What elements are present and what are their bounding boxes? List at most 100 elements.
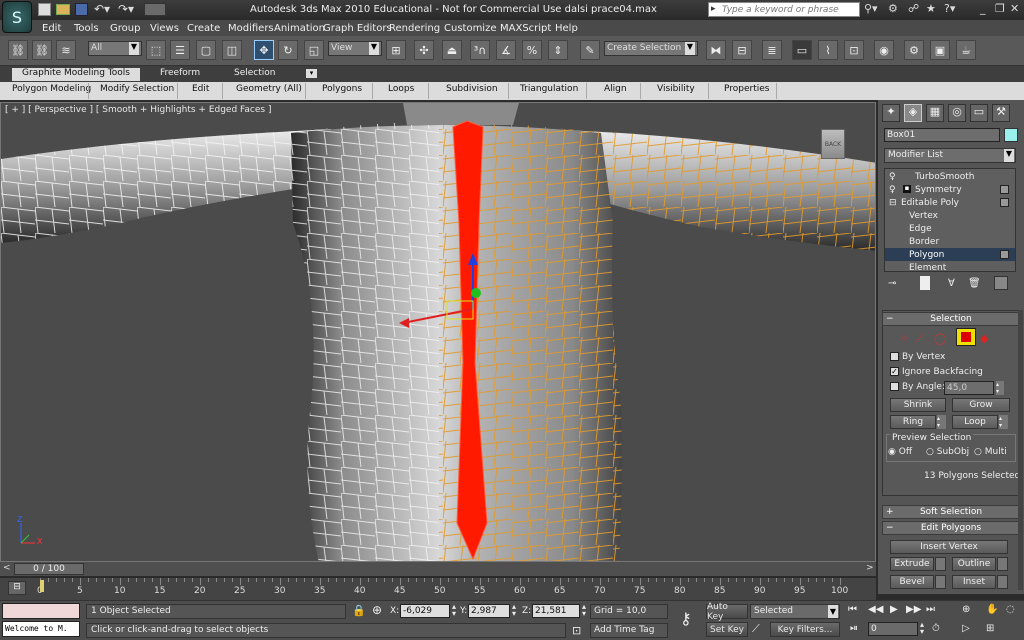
save-file-icon[interactable] [75,3,88,16]
move-icon[interactable]: ✥ [254,40,274,60]
material-editor-icon[interactable]: ◉ [874,40,894,60]
maxscript-input[interactable]: Welcome to M. [2,621,80,637]
modifier-list-dropdown[interactable]: Modifier List ▼ [884,148,1016,163]
tab-graphite-modeling-tools[interactable]: Graphite Modeling Tools [12,68,140,81]
edit-named-selection-icon[interactable]: ✎ [580,40,600,60]
stack-config-icon[interactable] [1000,250,1009,259]
add-time-tag-button[interactable]: Add Time Tag [590,623,668,638]
loop-spinner-icon[interactable]: ▴ ▾ [999,415,1008,429]
stack-config-icon[interactable] [1000,198,1009,207]
remove-modifier-icon[interactable]: 🗑 [968,278,981,289]
ribbon-subdivision[interactable]: Subdivision [446,84,498,94]
object-name-field[interactable]: Box01 [884,128,1000,142]
render-setup-icon[interactable]: ⚙ [904,40,924,60]
y-coordinate-field[interactable]: 2,987 [468,604,510,618]
absolute-mode-icon[interactable]: ⊕ [372,603,382,617]
spinner-arrows-icon[interactable]: ▴ ▾ [996,381,1004,395]
menu-tools[interactable]: Tools [74,23,99,34]
app-logo-icon[interactable]: S [2,1,32,33]
maxscript-listener[interactable] [2,603,80,619]
go-to-end-icon[interactable]: ⏭ [926,604,935,615]
key-tangent-icon[interactable]: ⟋ [752,622,760,636]
configure-sets-icon[interactable] [994,276,1008,290]
element-mode-icon[interactable]: ◆ [980,332,988,345]
close-icon[interactable]: ✕ [1010,2,1019,15]
menu-modifiers[interactable]: Modifiers [228,23,274,34]
extrude-button[interactable]: Extrude [890,557,934,571]
expand-plus-icon[interactable]: ▪ [903,185,911,193]
tab-selection[interactable]: Selection [228,68,281,81]
schematic-view-icon[interactable]: ⊡ [844,40,864,60]
display-tab-icon[interactable]: ▭ [970,104,988,122]
pin-stack-icon[interactable]: ⊸ [888,278,896,289]
bevel-button[interactable]: Bevel [890,575,934,589]
time-slider-thumb[interactable]: 0 / 100 [14,563,84,575]
stack-item-vertex[interactable]: Vertex [909,211,938,221]
select-by-name-icon[interactable]: ☰ [170,40,190,60]
character-mesh[interactable] [1,103,876,562]
menu-maxscript[interactable]: MAXScript [500,23,551,34]
polygon-mode-icon[interactable] [956,328,976,346]
menu-views[interactable]: Views [150,23,179,34]
time-slider-prev-icon[interactable]: < [3,563,11,573]
hierarchy-tab-icon[interactable]: ▦ [926,104,944,122]
stack-item-edge[interactable]: Edge [909,224,932,234]
key-mode-dropdown[interactable]: Selected ▼ [750,604,840,619]
snap-toggle-icon[interactable]: ³∩ [470,40,490,60]
select-object-icon[interactable]: ⬚ [146,40,166,60]
soft-selection-rollout-header[interactable]: + Soft Selection [882,505,1020,519]
communication-icon[interactable]: ☍ [908,2,919,15]
selection-lock-icon[interactable]: 🔒 [352,604,366,617]
border-mode-icon[interactable]: ◯ [934,332,946,345]
viewcube[interactable]: BACK [821,129,845,159]
next-frame-icon[interactable]: ▶▶ [906,604,921,615]
named-selection-set-dropdown[interactable]: Create Selection Se ▼ [604,41,698,56]
outline-button[interactable]: Outline [952,557,996,571]
ribbon-loops[interactable]: Loops [388,84,414,94]
y-spinner-icon[interactable]: ▴ ▾ [512,603,516,618]
ribbon-options-icon[interactable]: ▾ [306,69,317,78]
search-input[interactable]: ▸ Type a keyword or phrase [708,2,860,17]
selection-rollout-header[interactable]: − Selection [882,312,1020,326]
unlink-icon[interactable]: ⛓ [32,40,52,60]
make-unique-icon[interactable]: ∀ [948,278,955,289]
menu-create[interactable]: Create [187,23,220,34]
ribbon-edit[interactable]: Edit [192,84,209,94]
key-mode-toggle-icon[interactable]: ⏯ [850,623,858,634]
zoom-extents-icon[interactable]: ⊕ [962,604,970,615]
time-slider-next-icon[interactable]: > [866,563,874,573]
scale-icon[interactable]: ◱ [304,40,324,60]
panel-scrollbar[interactable] [1018,310,1023,590]
bevel-settings-icon[interactable] [935,575,946,589]
key-icon[interactable]: ⚷ [680,609,692,628]
graphite-toggle-icon[interactable]: ▭ [792,40,812,60]
viewport-label[interactable]: [ + ] [ Perspective ] [ Smooth + Highlig… [5,105,271,115]
project-folder-icon[interactable] [144,3,166,16]
current-frame-marker[interactable] [40,580,44,592]
perspective-viewport[interactable]: [ + ] [ Perspective ] [ Smooth + Highlig… [0,102,876,562]
by-angle-spinner[interactable]: 45,0 [944,381,994,395]
current-frame-field[interactable]: 0 [868,622,918,636]
pivot-center-icon[interactable]: ⊞ [386,40,406,60]
preview-subobj-radio[interactable]: ○ SubObj [926,447,969,457]
rectangular-selection-icon[interactable]: ▢ [196,40,216,60]
show-end-result-icon[interactable] [920,276,930,290]
by-angle-checkbox[interactable]: By Angle: [890,382,945,392]
rendered-frame-window-icon[interactable]: ▣ [930,40,950,60]
ignore-backfacing-checkbox[interactable]: ✓ Ignore Backfacing [890,367,983,377]
outline-settings-icon[interactable] [997,557,1008,571]
curve-editor-icon[interactable]: ⌇ [818,40,838,60]
field-of-view-icon[interactable]: ▷ [962,623,970,634]
collapse-minus-icon[interactable]: ⊟ [889,198,897,208]
menu-customize[interactable]: Customize [444,23,497,34]
stack-item-polygon[interactable]: Polygon [909,250,944,260]
lightbulb-icon[interactable]: ♀ [889,185,896,195]
mini-curve-editor-icon[interactable]: ⊟ [8,581,26,595]
create-tab-icon[interactable]: ✦ [882,104,900,122]
maximize-viewport-icon[interactable]: ⊞ [986,623,994,634]
track-bar[interactable]: ⊟ 05101520253035404550556065707580859095… [0,578,876,600]
modify-tab-icon[interactable]: ◈ [904,104,922,122]
align-icon[interactable]: ⊟ [732,40,752,60]
insert-vertex-button[interactable]: Insert Vertex [890,540,1008,554]
stack-item-symmetry[interactable]: Symmetry [915,185,962,195]
